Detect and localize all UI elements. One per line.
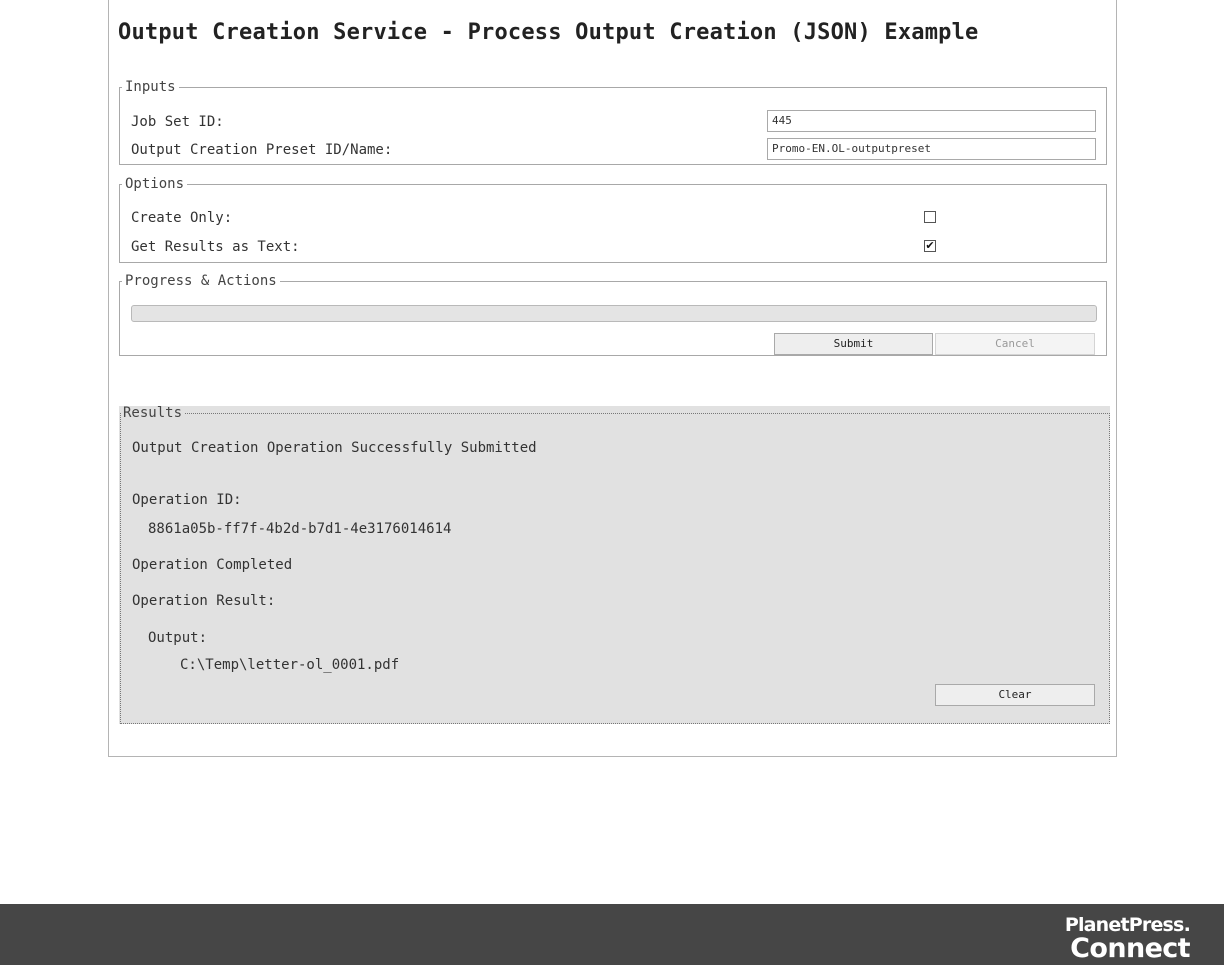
operation-id-label: Operation ID: — [132, 492, 242, 508]
cancel-button[interactable]: Cancel — [935, 333, 1095, 355]
progress-bar — [131, 305, 1097, 322]
completed-message: Operation Completed — [132, 557, 293, 573]
page-title: Output Creation Service - Process Output… — [118, 20, 979, 45]
clear-button[interactable]: Clear — [935, 684, 1095, 706]
options-legend: Options — [125, 176, 185, 192]
progress-fieldset: Progress & Actions Submit Cancel — [119, 274, 1107, 356]
preset-input[interactable]: Promo-EN.OL-outputpreset — [767, 138, 1096, 160]
results-area: Results Output Creation Operation Succes… — [119, 406, 1110, 724]
inputs-legend: Inputs — [125, 79, 176, 95]
job-set-id-input[interactable]: 445 — [767, 110, 1096, 132]
output-path: C:\Temp\letter-ol_0001.pdf — [180, 657, 400, 673]
brand-line-connect: Connect — [1070, 933, 1190, 964]
options-fieldset: Options Create Only: Get Results as Text… — [119, 177, 1107, 263]
results-legend: Results — [123, 405, 183, 421]
operation-result-label: Operation Result: — [132, 593, 276, 609]
preset-label: Output Creation Preset ID/Name: — [131, 142, 393, 158]
operation-id-value: 8861a05b-ff7f-4b2d-b7d1-4e3176014614 — [148, 521, 452, 537]
submitted-message: Output Creation Operation Successfully S… — [132, 440, 537, 456]
output-label: Output: — [148, 630, 208, 646]
job-set-id-label: Job Set ID: — [131, 114, 224, 130]
results-as-text-label: Get Results as Text: — [131, 239, 300, 255]
results-fieldset: Results Output Creation Operation Succes… — [120, 406, 1110, 724]
footer-bar: PlanetPress. Connect — [0, 904, 1224, 965]
main-panel: Output Creation Service - Process Output… — [108, 0, 1117, 757]
create-only-label: Create Only: — [131, 210, 233, 226]
brand-line-planetpress: PlanetPress. — [1064, 914, 1191, 936]
create-only-checkbox[interactable] — [924, 211, 936, 223]
progress-legend: Progress & Actions — [125, 273, 277, 289]
brand-logo: PlanetPress. Connect — [1064, 914, 1191, 964]
results-as-text-checkbox[interactable]: ✔ — [924, 240, 936, 252]
inputs-fieldset: Inputs Job Set ID: 445 Output Creation P… — [119, 80, 1107, 165]
submit-button[interactable]: Submit — [774, 333, 933, 355]
